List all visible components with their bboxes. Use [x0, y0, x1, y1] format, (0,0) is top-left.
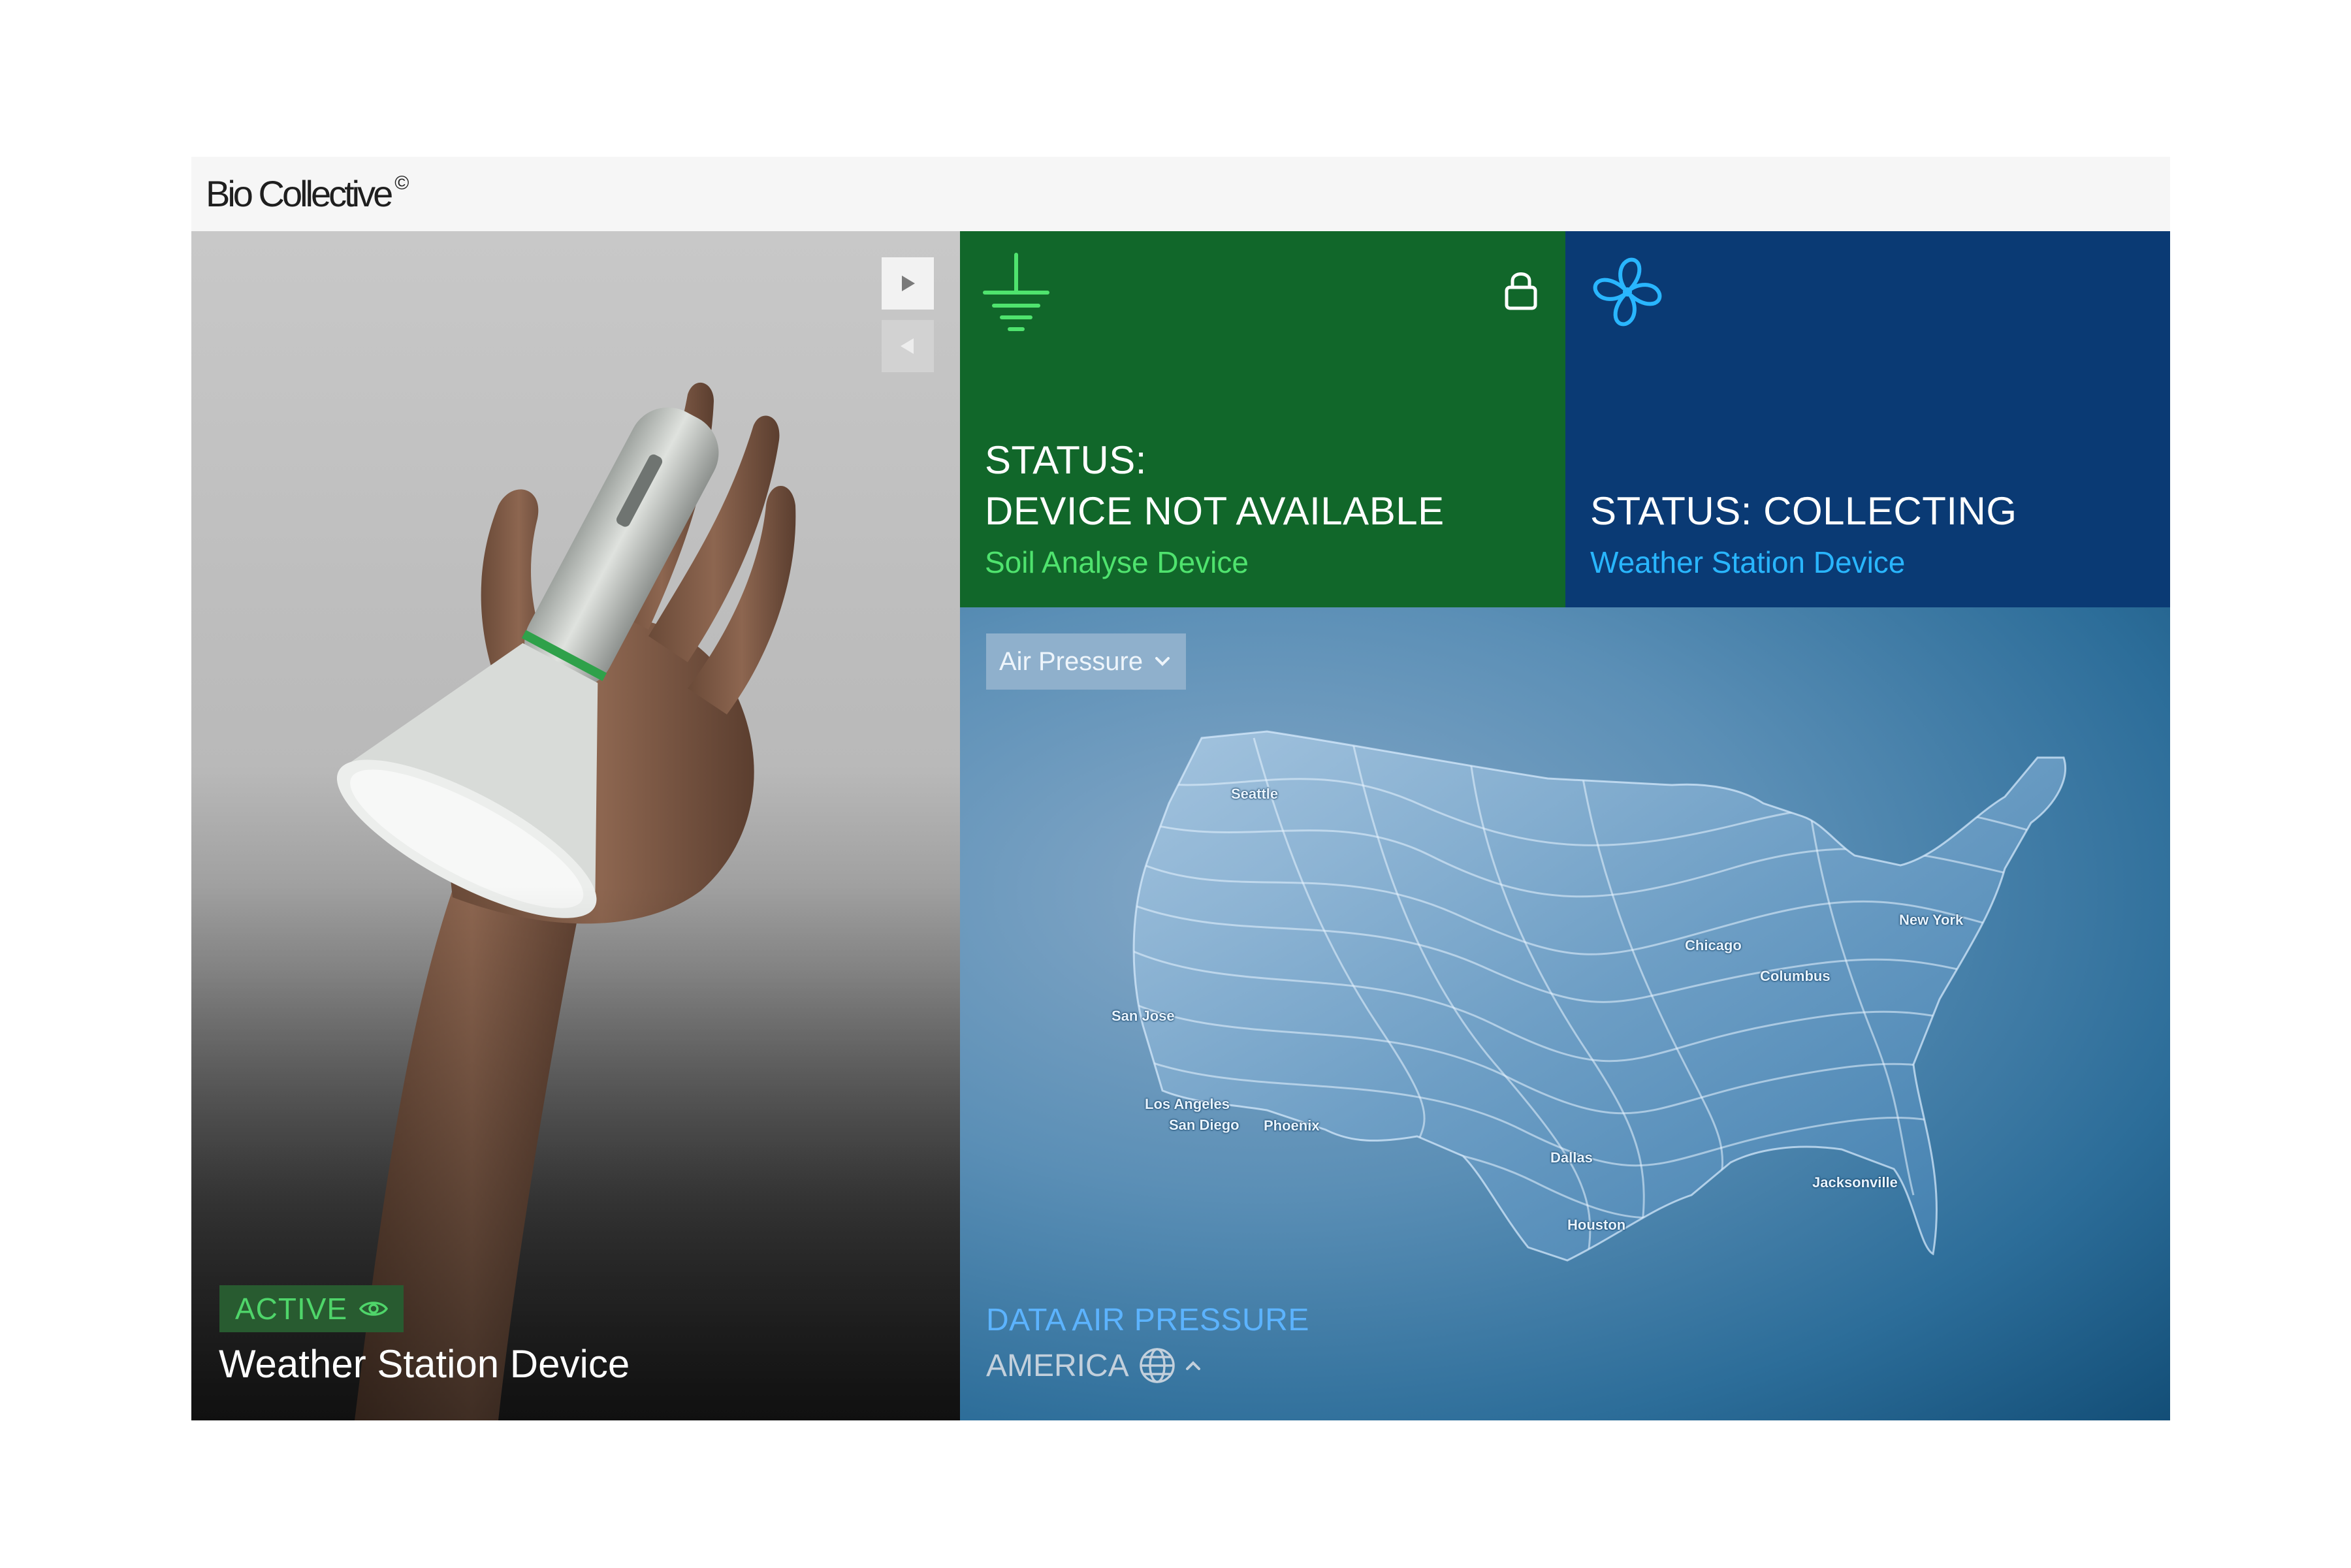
- brand-mark: ©: [394, 172, 409, 195]
- city-label-chicago: Chicago: [1685, 937, 1742, 953]
- data-air-pressure-label: DATA AIR PRESSURE: [986, 1303, 1309, 1337]
- fan-icon: [1593, 257, 1662, 327]
- weather-status: STATUS: COLLECTING: [1590, 489, 2017, 533]
- city-label-los-angeles: Los Angeles: [1145, 1096, 1230, 1112]
- globe-icon: [1139, 1348, 1175, 1383]
- city-label-san-diego: San Diego: [1169, 1117, 1239, 1133]
- city-label-columbus: Columbus: [1760, 968, 1831, 984]
- soil-device-tile[interactable]: STATUS: DEVICE NOT AVAILABLE Soil Analys…: [960, 231, 1565, 607]
- soil-status-line2: DEVICE NOT AVAILABLE: [985, 489, 1445, 533]
- ground-icon: [983, 253, 1049, 331]
- city-label-dallas: Dallas: [1550, 1149, 1593, 1166]
- air-pressure-map-panel: Seattle San Jose Los Angeles San Diego P…: [960, 607, 2170, 1420]
- city-label-phoenix: Phoenix: [1264, 1117, 1320, 1134]
- city-label-san-jose: San Jose: [1112, 1008, 1175, 1024]
- play-right-icon: [902, 276, 915, 291]
- eye-icon: [359, 1302, 389, 1316]
- brand-logo[interactable]: Bio Collective ©: [206, 172, 409, 215]
- weather-device-subtitle: Weather Station Device: [1590, 545, 1906, 579]
- city-label-seattle: Seattle: [1231, 786, 1279, 802]
- soil-status-line1: STATUS:: [985, 438, 1147, 482]
- device-photo: [191, 231, 960, 1420]
- city-label-new-york: New York: [1899, 912, 1964, 928]
- region-selector[interactable]: AMERICA: [986, 1347, 1201, 1384]
- device-title: Weather Station Device: [219, 1342, 630, 1386]
- active-badge-label: ACTIVE: [235, 1292, 348, 1326]
- chevron-up-icon: [1185, 1361, 1200, 1370]
- app-window: Bio Collective © ACTIVE Weather Station …: [191, 157, 2170, 1420]
- active-status-badge[interactable]: ACTIVE: [219, 1285, 404, 1332]
- data-type-dropdown[interactable]: Air Pressure: [986, 633, 1186, 690]
- top-bar: Bio Collective ©: [191, 157, 2170, 231]
- lock-icon[interactable]: [1503, 269, 1539, 311]
- previous-slide-button[interactable]: [882, 320, 934, 372]
- dropdown-selected-value: Air Pressure: [999, 647, 1144, 676]
- brand-name: Bio Collective: [206, 173, 393, 214]
- device-photo-panel: ACTIVE Weather Station Device: [191, 231, 960, 1420]
- soil-device-subtitle: Soil Analyse Device: [985, 545, 1249, 579]
- city-label-jacksonville: Jacksonville: [1812, 1174, 1898, 1191]
- chevron-down-icon: [1155, 657, 1170, 666]
- play-left-icon: [901, 338, 914, 354]
- next-slide-button[interactable]: [882, 257, 934, 310]
- region-label: AMERICA: [986, 1348, 1129, 1383]
- city-label-houston: Houston: [1567, 1217, 1626, 1233]
- weather-device-tile[interactable]: STATUS: COLLECTING Weather Station Devic…: [1565, 231, 2170, 607]
